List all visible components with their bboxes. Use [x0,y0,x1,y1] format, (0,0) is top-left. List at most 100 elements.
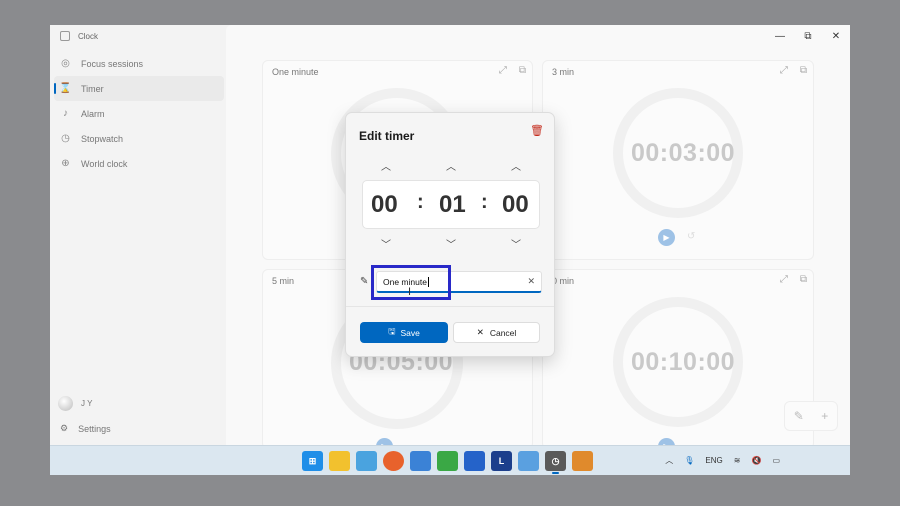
sidebar-item-alarm[interactable]: ♪ Alarm [54,101,224,126]
language-indicator[interactable]: ENG [705,456,722,465]
avatar [58,396,73,411]
timer-title: 3 min [552,67,575,77]
sidebar-item-world-clock[interactable]: ⊕ World clock [54,151,224,176]
chevron-up-icon[interactable]: ︿ [665,455,673,466]
play-button[interactable]: ▶ [658,438,675,445]
user-account[interactable]: J Y [58,396,92,411]
plus-icon[interactable]: + [821,409,828,423]
user-name: J Y [81,399,93,408]
timer-title: One minute [272,67,319,77]
store-icon[interactable] [464,451,485,471]
settings-label: Settings [78,423,111,434]
pin-icon[interactable]: ⧉ [800,65,807,76]
pin-icon[interactable]: ⧉ [800,274,807,285]
cancel-button[interactable]: ✕ Cancel [453,322,540,343]
battery-icon[interactable]: ▭ [772,456,780,465]
minutes-down-arrow[interactable]: ﹀ [443,236,459,251]
sidebar: Clock ◎ Focus sessions ⌛ Timer ♪ Alarm ◷… [50,25,226,445]
expand-icon[interactable]: ⤢ [499,65,507,76]
nav-list: ◎ Focus sessions ⌛ Timer ♪ Alarm ◷ Stopw… [54,51,224,176]
close-icon: ✕ [476,327,484,337]
dialog-title: Edit timer [359,129,415,143]
taskbar: ⊞ L ◷ ︿ 🎙 ENG ≋ 🔇 ▭ [50,445,850,475]
windows-start-icon[interactable]: ⊞ [302,451,323,471]
sidebar-item-label: Focus sessions [81,58,144,69]
text-cursor-icon: I [408,286,412,298]
sidebar-item-stopwatch[interactable]: ◷ Stopwatch [54,126,224,151]
bell-icon: ♪ [63,108,68,119]
photos-icon[interactable] [356,451,377,471]
restore-button[interactable]: ⧉ [794,29,822,43]
hours-down-arrow[interactable]: ﹀ [378,236,394,251]
save-label: Save [400,327,420,338]
clock-app-icon[interactable]: ◷ [545,451,566,474]
settings-button[interactable]: ⚙ Settings [60,423,111,434]
arrow-app-icon[interactable] [518,451,539,471]
play-button[interactable]: ▶ [376,438,393,445]
edit-timer-dialog: Edit timer 🗑 ︿ ︿ ︿ 00 : 01 : 00 ﹀ ﹀ ﹀ ✎ … [345,112,555,357]
separator: : [481,191,488,213]
timer-name-input[interactable]: One minute ✕ [376,271,542,293]
hours-up-arrow[interactable]: ︿ [378,158,394,173]
l-app-icon[interactable]: L [491,451,512,471]
dialog-divider [346,306,554,307]
sidebar-item-timer[interactable]: ⌛ Timer [54,76,224,101]
reset-icon[interactable]: ↺ [687,231,695,242]
pin-icon[interactable]: ⧉ [519,65,526,76]
minutes-up-arrow[interactable]: ︿ [443,158,459,173]
file-explorer-icon[interactable] [329,451,350,471]
minimize-button[interactable]: — [766,29,794,43]
sidebar-item-label: Timer [81,83,104,94]
timer-title: 0 min [552,276,575,286]
clock-app-icon [60,31,70,41]
sidebar-item-label: World clock [81,158,128,169]
taskbar-apps: ⊞ L ◷ [302,451,593,474]
expand-icon[interactable]: ⤢ [780,65,788,76]
timer-card[interactable]: 3 min ⤢ ⧉ 00:03:00 ▶ ↺ [542,60,814,260]
clear-icon[interactable]: ✕ [527,276,535,287]
timer-card[interactable]: 0 min ⤢ ⧉ 00:10:00 ▶ [542,269,814,445]
hours-field[interactable]: 00 [371,191,398,219]
text-caret [427,276,429,287]
timer-time: 00:10:00 [631,348,736,376]
focus-icon: ◎ [61,58,70,69]
window-controls: — ⧉ ✕ [766,29,850,43]
app-title-bar: Clock [60,31,98,41]
timer-actions: ✎ + [784,401,838,431]
app-title: Clock [78,31,99,41]
timer-name-row: ✎ One minute ✕ [360,271,542,295]
separator: : [417,191,424,213]
minutes-field[interactable]: 01 [439,191,466,219]
notepad-icon[interactable] [410,451,431,471]
expand-icon[interactable]: ⤢ [780,274,788,285]
system-tray: ︿ 🎙 ENG ≋ 🔇 ▭ [665,455,780,466]
snip-icon[interactable] [572,451,593,471]
sidebar-item-focus-sessions[interactable]: ◎ Focus sessions [54,51,224,76]
timer-title: 5 min [272,276,295,286]
microphone-icon[interactable]: 🎙 [684,456,694,465]
save-button[interactable]: 🖫 Save [360,322,448,343]
stopwatch-icon: ◷ [61,133,70,144]
trash-icon[interactable]: 🗑 [530,124,544,137]
sidebar-item-label: Alarm [81,108,105,119]
edit-icon: ✎ [360,276,369,287]
speaker-muted-icon[interactable]: 🔇 [751,456,761,465]
hourglass-icon: ⌛ [59,83,72,94]
close-button[interactable]: ✕ [822,29,850,43]
firefox-icon[interactable] [383,451,404,471]
globe-icon: ⊕ [61,158,70,169]
timer-time: 00:03:00 [631,139,736,167]
timer-name-value: One minute [383,276,427,287]
seconds-down-arrow[interactable]: ﹀ [508,236,524,251]
sidebar-item-label: Stopwatch [81,133,124,144]
seconds-up-arrow[interactable]: ︿ [508,158,524,173]
pencil-icon[interactable]: ✎ [794,409,804,423]
seconds-field[interactable]: 00 [502,191,529,219]
wifi-icon[interactable]: ≋ [734,456,741,465]
save-icon: 🖫 [388,325,396,336]
play-button[interactable]: ▶ [658,229,675,246]
spreadsheet-icon[interactable] [437,451,458,471]
time-spinner: 00 : 01 : 00 [362,180,540,229]
gear-icon: ⚙ [60,423,69,433]
cancel-label: Cancel [489,327,517,338]
